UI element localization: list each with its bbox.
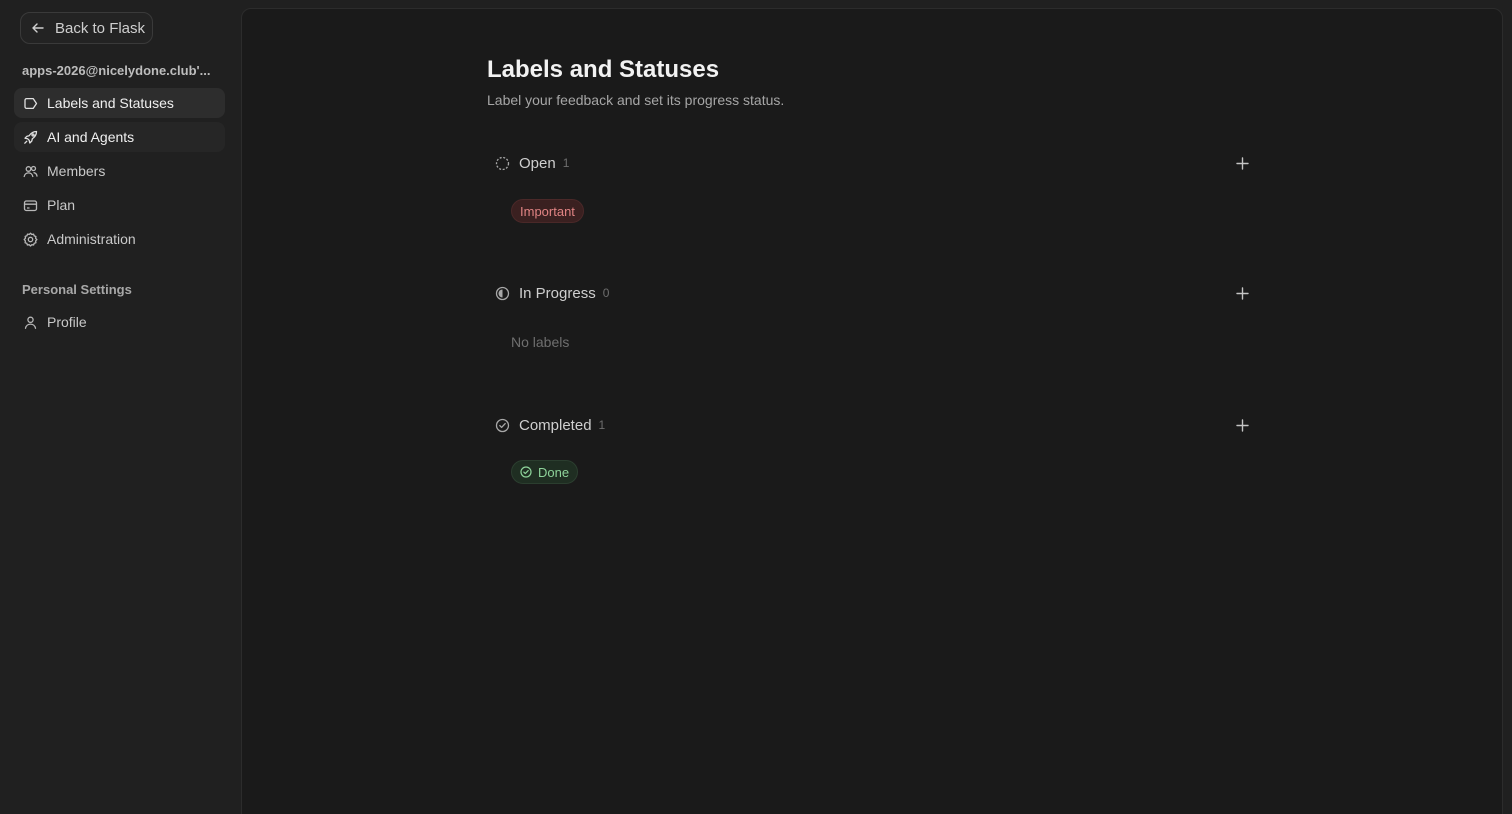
sidebar-item-label: Members: [47, 163, 106, 179]
add-label-button[interactable]: [1232, 415, 1252, 435]
half-circle-icon: [495, 286, 510, 301]
status-count: 1: [598, 418, 606, 432]
rocket-icon: [23, 130, 38, 145]
status-name: Open: [519, 154, 556, 172]
arrow-left-icon: [31, 21, 45, 35]
no-labels-text: No labels: [511, 334, 570, 350]
sidebar-item-label: Administration: [47, 231, 136, 247]
sidebar-item-label: Plan: [47, 197, 76, 213]
status-count: 1: [562, 156, 570, 170]
plus-icon: [1235, 418, 1249, 432]
page-subtitle: Label your feedback and set its progress…: [487, 92, 785, 108]
status-group-in-progress: In Progress 0: [495, 281, 1252, 305]
users-icon: [23, 164, 38, 179]
page-title: Labels and Statuses: [487, 56, 720, 83]
status-name: Completed: [519, 416, 592, 434]
main-panel: Labels and Statuses Label your feedback …: [241, 8, 1503, 814]
sidebar-item-administration[interactable]: Administration: [14, 224, 225, 254]
user-icon: [23, 315, 38, 330]
sidebar-item-label: AI and Agents: [47, 129, 135, 145]
gear-icon: [23, 232, 38, 247]
plus-icon: [1235, 156, 1249, 170]
app: Back to Flask apps-2026@nicelydone.club'…: [0, 0, 1512, 814]
personal-settings-heading: Personal Settings: [22, 282, 132, 297]
sidebar: Back to Flask apps-2026@nicelydone.club'…: [0, 0, 241, 814]
status-count: 0: [602, 286, 610, 300]
back-button[interactable]: Back to Flask: [20, 12, 153, 44]
label-pill-important[interactable]: Important: [511, 199, 584, 223]
status-group-open: Open 1: [495, 151, 1252, 175]
tag-icon: [23, 96, 38, 111]
card-icon: [23, 198, 38, 213]
sidebar-item-plan[interactable]: Plan: [14, 190, 225, 220]
add-label-button[interactable]: [1232, 283, 1252, 303]
label-pill-done[interactable]: Done: [511, 460, 579, 484]
plus-icon: [1235, 286, 1249, 300]
sidebar-item-label: Labels and Statuses: [47, 95, 174, 111]
sidebar-item-label: Profile: [47, 314, 87, 330]
check-circle-icon: [520, 466, 532, 478]
sidebar-item-members[interactable]: Members: [14, 156, 225, 186]
dashed-circle-icon: [495, 156, 510, 171]
sidebar-item-profile[interactable]: Profile: [14, 307, 225, 337]
status-group-completed: Completed 1: [495, 413, 1252, 437]
label-pill-text: Done: [538, 464, 570, 480]
sidebar-item-labels-and-statuses[interactable]: Labels and Statuses: [14, 88, 225, 118]
workspace-name: apps-2026@nicelydone.club'...: [22, 63, 211, 78]
add-label-button[interactable]: [1232, 153, 1252, 173]
sidebar-item-ai-and-agents[interactable]: AI and Agents: [14, 122, 225, 152]
status-name: In Progress: [519, 284, 596, 302]
check-circle-icon: [495, 418, 510, 433]
back-button-label: Back to Flask: [55, 19, 146, 37]
